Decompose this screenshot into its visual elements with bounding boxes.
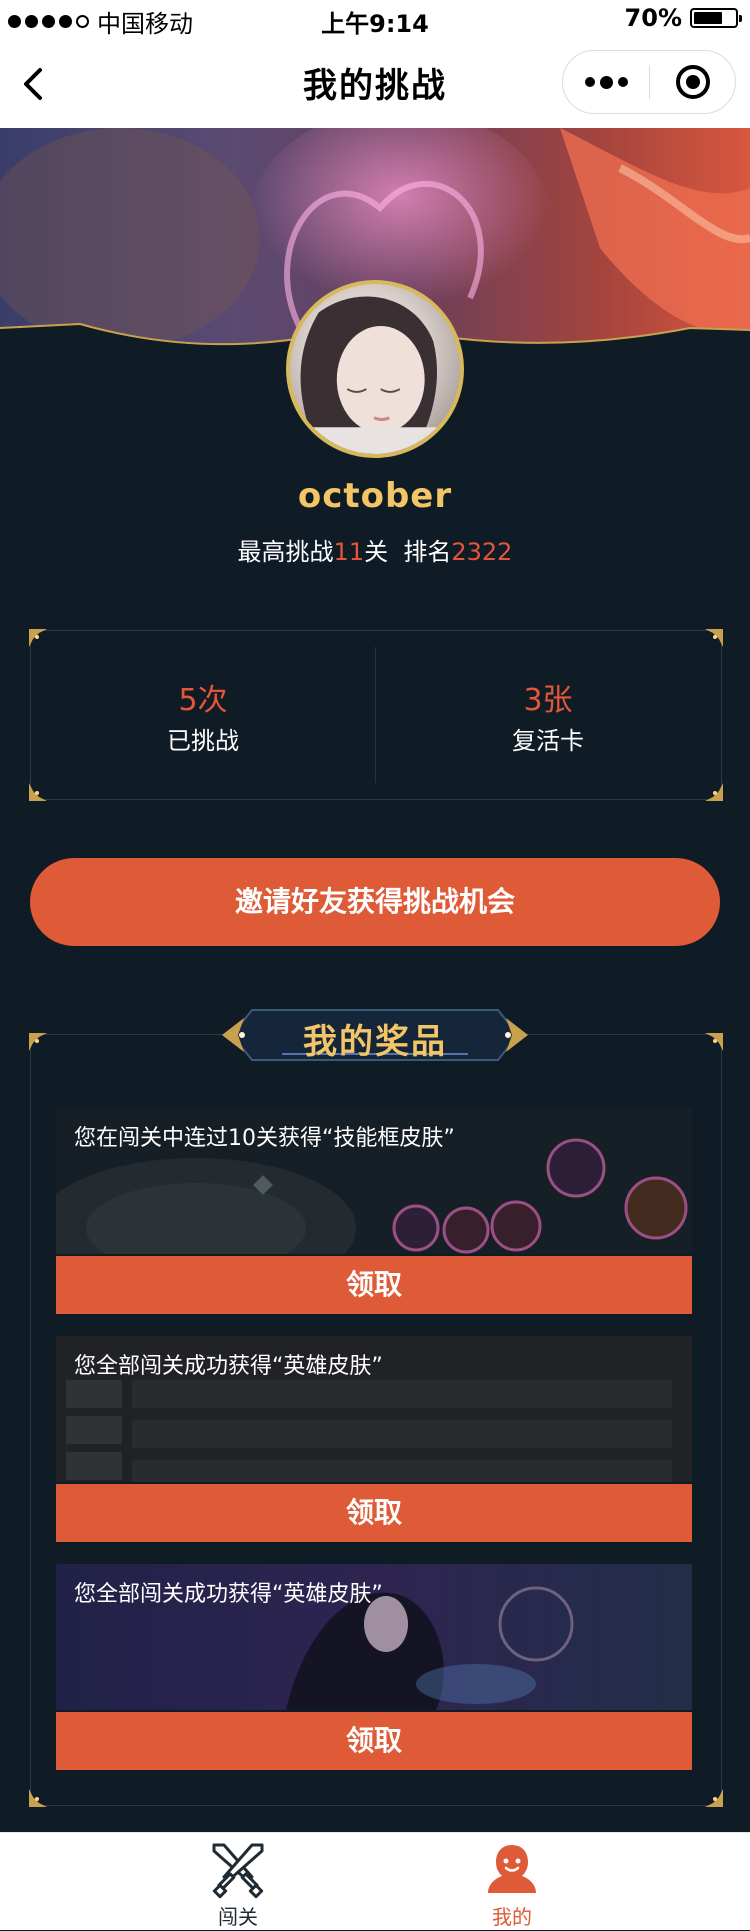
level-unit: 关	[364, 538, 389, 566]
stat-value: 3张	[523, 683, 573, 718]
prize-card: 您全部闯关成功获得“英雄皮肤” 领取	[56, 1564, 692, 1770]
corner-ornament-icon	[701, 1785, 723, 1807]
battery-percent: 70%	[624, 4, 682, 32]
navigation-bar: 我的挑战	[0, 40, 750, 128]
stat-value: 5次	[178, 683, 228, 718]
bottom-tab-bar: 闯关 我的	[0, 1832, 750, 1930]
mini-program-capsule	[562, 50, 736, 114]
tab-challenge[interactable]: 闯关	[118, 1833, 358, 1931]
username: october	[297, 476, 453, 516]
battery-group: 70%	[624, 4, 742, 32]
close-button[interactable]	[650, 51, 736, 113]
prize-description: 您全部闯关成功获得“英雄皮肤”	[74, 1582, 383, 1607]
corner-ornament-icon	[29, 1033, 51, 1055]
prize-card: 您全部闯关成功获得“英雄皮肤” 领取	[56, 1336, 692, 1542]
prize-description: 您在闯关中连过10关获得“技能框皮肤”	[74, 1126, 455, 1151]
avatar-photo	[290, 296, 460, 454]
corner-ornament-icon	[29, 1785, 51, 1807]
person-icon	[482, 1839, 542, 1899]
more-dots-icon	[584, 77, 595, 87]
challenge-summary: 最高挑战11关 排名2322	[0, 532, 750, 567]
stats-panel: 5次 已挑战 3张 复活卡	[29, 629, 723, 801]
tab-label: 闯关	[218, 1905, 258, 1929]
claim-button[interactable]: 领取	[56, 1484, 692, 1542]
user-avatar	[286, 280, 464, 458]
highest-level-value: 11	[333, 538, 365, 566]
battery-icon	[690, 8, 742, 28]
claim-button[interactable]: 领取	[56, 1256, 692, 1314]
crossed-swords-icon	[208, 1839, 268, 1899]
claim-button[interactable]: 领取	[56, 1712, 692, 1770]
stat-challenged: 5次 已挑战	[31, 631, 375, 799]
stat-revive-cards: 3张 复活卡	[376, 631, 720, 799]
status-bar: 中国移动 上午9:14 70%	[0, 0, 750, 40]
prize-description: 您全部闯关成功获得“英雄皮肤”	[74, 1354, 383, 1379]
prizes-header: 我的奖品	[222, 1004, 528, 1066]
rank-value: 2322	[451, 538, 513, 566]
rank-label: 排名	[403, 538, 452, 566]
target-icon	[676, 65, 710, 99]
corner-ornament-icon	[701, 1033, 723, 1055]
prizes-title: 我的奖品	[303, 1022, 447, 1062]
invite-friends-button[interactable]: 邀请好友获得挑战机会	[30, 858, 720, 946]
tab-mine[interactable]: 我的	[392, 1833, 632, 1931]
highest-label: 最高挑战	[237, 538, 334, 566]
stat-label: 已挑战	[167, 727, 239, 755]
stat-label: 复活卡	[512, 727, 584, 755]
tab-label: 我的	[492, 1905, 532, 1929]
more-button[interactable]	[563, 51, 649, 113]
prize-card: 您在闯关中连过10关获得“技能框皮肤” 领取	[56, 1108, 692, 1314]
